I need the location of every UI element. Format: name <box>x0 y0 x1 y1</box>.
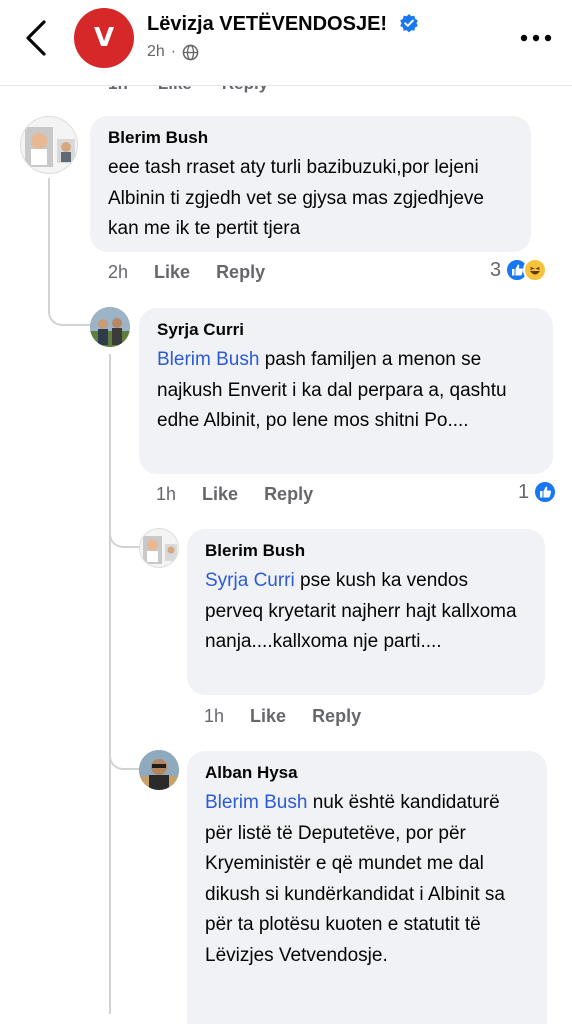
comment-text: Blerim Bush pash familjen a menon se naj… <box>157 345 535 437</box>
reaction-summary[interactable]: 3 <box>490 258 548 282</box>
reply-button[interactable]: Reply <box>312 706 361 727</box>
page-name[interactable]: Lëvizja VETËVENDOSJE! <box>147 13 419 36</box>
comment-text: Blerim Bush nuk është kandidaturë për li… <box>205 788 529 971</box>
comment-text: Syrja Curri pse kush ka vendos perveq kr… <box>205 566 527 658</box>
mention-link[interactable]: Blerim Bush <box>205 792 307 813</box>
post-time[interactable]: 2h <box>147 43 165 61</box>
haha-reaction-icon <box>523 258 548 282</box>
comment-author[interactable]: Syrja Curri <box>157 320 535 340</box>
comment-bubble[interactable]: Alban Hysa Blerim Bush nuk është kandida… <box>187 751 547 1024</box>
page-name-text: Lëvizja VETËVENDOSJE! <box>147 13 388 35</box>
comment-body: nuk është kandidaturë për listë të Deput… <box>205 792 505 966</box>
thread-line-main <box>48 178 50 308</box>
post-header: V Lëvizja VETËVENDOSJE! 2h · <box>0 0 572 86</box>
mention-link[interactable]: Blerim Bush <box>157 349 259 370</box>
comment-time[interactable]: 1h <box>156 484 176 505</box>
reply-button[interactable]: Reply <box>216 262 265 283</box>
avatar[interactable] <box>139 750 179 790</box>
comment-bubble[interactable]: Blerim Bush Syrja Curri pse kush ka vend… <box>187 529 545 695</box>
verified-badge-icon <box>399 14 418 33</box>
comment-author[interactable]: Blerim Bush <box>205 541 527 561</box>
more-dots-icon[interactable] <box>520 32 552 44</box>
thread-connector-3 <box>109 742 141 770</box>
like-reaction-icon <box>533 480 558 504</box>
chevron-left-icon[interactable] <box>20 18 52 58</box>
like-button[interactable]: Like <box>154 262 190 283</box>
globe-icon <box>182 44 199 60</box>
page-avatar[interactable]: V <box>74 8 134 68</box>
like-button[interactable]: Like <box>250 706 286 727</box>
avatar[interactable] <box>20 116 78 174</box>
thread-connector-1 <box>48 296 90 326</box>
comment-author[interactable]: Blerim Bush <box>108 128 513 148</box>
thread-connector-2 <box>109 520 141 548</box>
comment-time[interactable]: 1h <box>204 706 224 727</box>
thread-line-reply <box>109 354 111 1014</box>
comment-bubble[interactable]: Syrja Curri Blerim Bush pash familjen a … <box>139 308 553 474</box>
reaction-count: 3 <box>490 258 502 281</box>
comment-text: eee tash rraset aty turli bazibuzuki,por… <box>108 157 484 239</box>
comment-actions: 2h Like Reply <box>108 262 265 283</box>
comment-actions: 1h Like Reply <box>156 484 313 505</box>
avatar[interactable] <box>139 528 179 568</box>
like-button[interactable]: Like <box>202 484 238 505</box>
reaction-summary[interactable]: 1 <box>518 480 558 504</box>
mention-link[interactable]: Syrja Curri <box>205 570 295 591</box>
reaction-count: 1 <box>518 480 530 503</box>
comment-actions: 1h Like Reply <box>204 706 361 727</box>
avatar[interactable] <box>90 307 130 347</box>
person-photo-icon <box>25 127 75 167</box>
person-photo-icon <box>143 536 177 564</box>
meta-separator: · <box>170 43 177 60</box>
comment-bubble[interactable]: Blerim Bush eee tash rraset aty turli ba… <box>90 116 531 252</box>
reply-button[interactable]: Reply <box>264 484 313 505</box>
comment-time[interactable]: 2h <box>108 262 128 283</box>
person-photo-icon <box>90 307 130 347</box>
person-photo-icon <box>139 750 179 790</box>
comment-author[interactable]: Alban Hysa <box>205 763 529 783</box>
page-avatar-letter: V <box>93 23 115 53</box>
post-meta: 2h · <box>147 43 199 61</box>
